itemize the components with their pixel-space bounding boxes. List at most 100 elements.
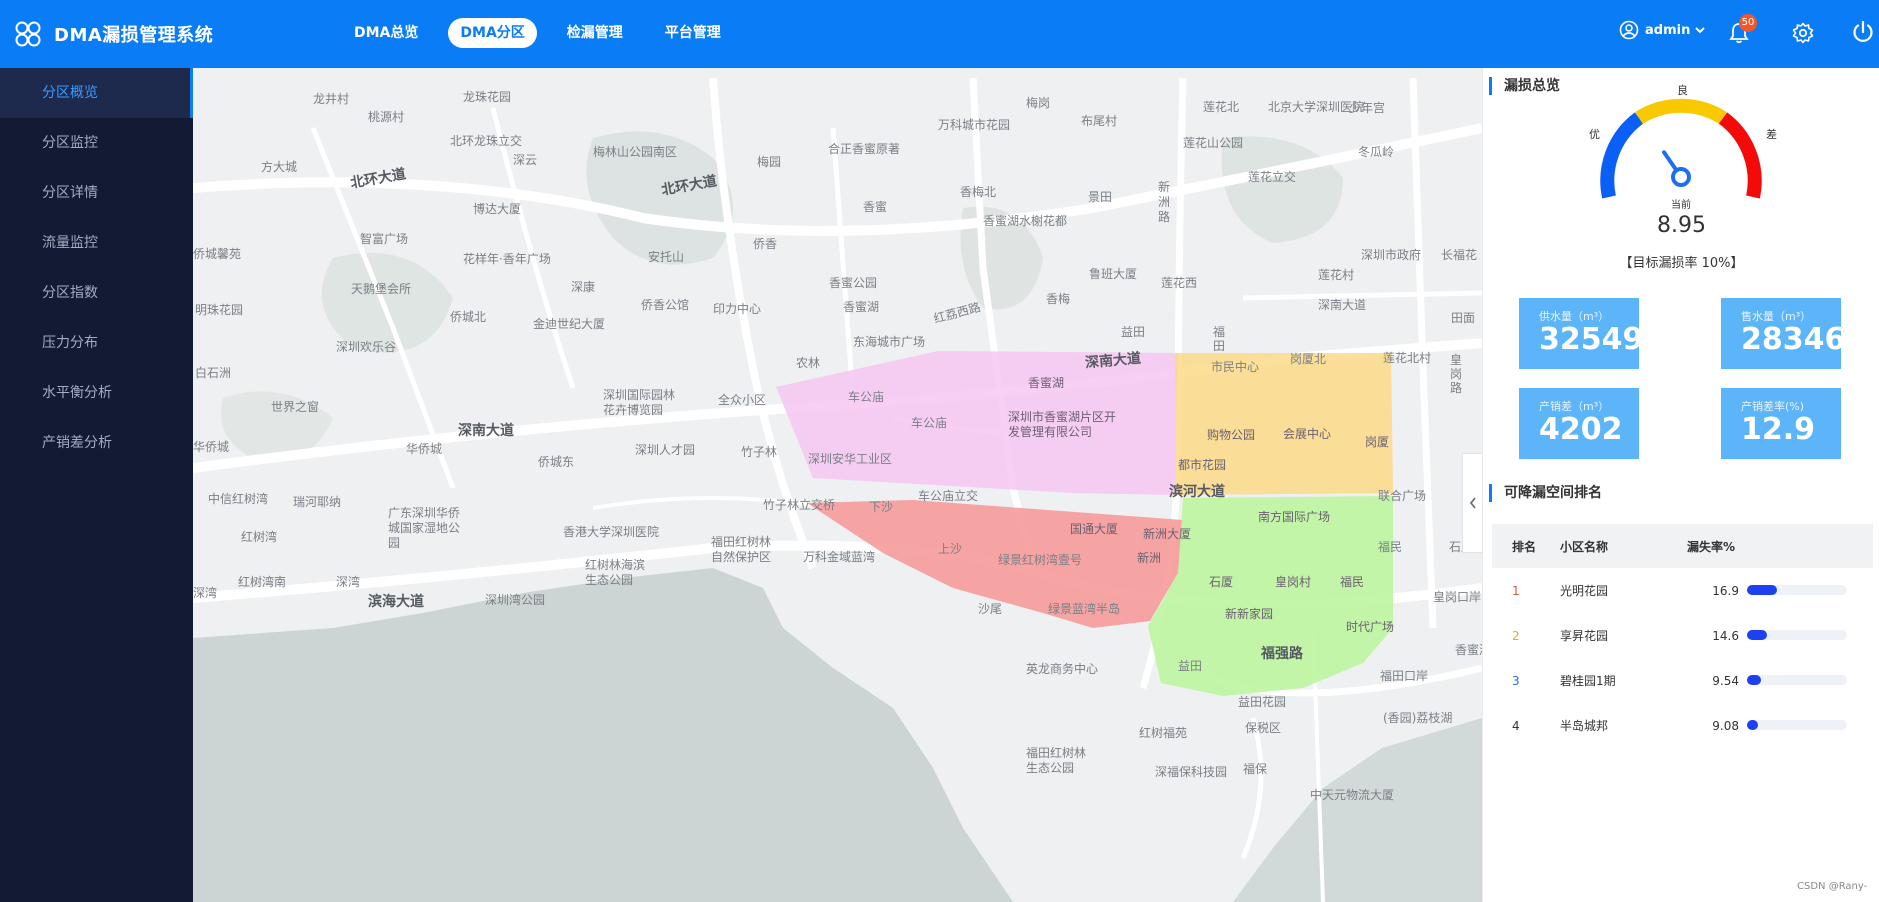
map-label: 滨河大道 [1169,484,1225,500]
row-name: 半岛城邦 [1560,719,1609,733]
watermark-credit: CSDN @Rany- [1797,881,1868,892]
table-row[interactable]: 3 碧桂园1期 9.54 [1492,658,1873,703]
card-nrw: 产销差（m³） 4202 [1519,388,1639,459]
card-nrw-rate: 产销差率(%) 12.9 [1721,388,1841,459]
gauge-hub [1671,167,1691,187]
table-row[interactable]: 4 半岛城邦 9.08 [1492,703,1873,748]
map-label: 中信红树湾 [208,492,269,506]
map-label: 红树林海滨生态公园 [585,558,646,587]
map-label: 世界之窗 [271,400,320,414]
map-label: 明珠花园 [195,303,244,317]
sidebar-item-nrw-analysis[interactable]: 产销差分析 [0,418,193,468]
map-label: 安托山 [648,250,685,264]
nav-dma-zone[interactable]: DMA分区 [448,18,537,48]
map-label: 福田口岸 [1380,669,1429,683]
map-label: 合正香蜜原著 [828,142,901,156]
map-label: 鲁班大厦 [1089,267,1138,281]
map-label: 长福花 [1441,248,1478,262]
row-name: 光明花园 [1560,584,1609,598]
row-name: 享昇花园 [1560,629,1609,643]
map-label: 新洲路 [1158,180,1171,224]
row-rate: 9.54 [1712,673,1739,688]
map-label: 桃源村 [368,110,405,124]
user-icon [1619,20,1639,40]
map-label: 景田 [1088,190,1113,204]
top-header: DMA漏损管理系统 DMA总览 DMA分区 检漏管理 平台管理 admin 50 [0,0,1879,68]
nav-dma-overview[interactable]: DMA总览 [342,18,430,48]
map-label: 上沙 [938,542,963,556]
map-label: 福民 [1378,540,1403,554]
map-label: 深圳湾公园 [485,593,546,607]
sidebar-item-flow-monitor[interactable]: 流量监控 [0,218,193,268]
map-label: 印力中心 [713,302,762,316]
map-label: 购物公园 [1207,428,1256,442]
card-value: 12.9 [1741,412,1816,447]
app-logo[interactable]: DMA漏损管理系统 [14,20,213,48]
main-nav: DMA总览 DMA分区 检漏管理 平台管理 [342,18,751,48]
map-label: 都市花园 [1178,458,1227,472]
map-label: 红树湾 [241,530,278,544]
map-label: 车公庙 [911,416,948,430]
map-label: 皇岗口岸 [1433,590,1482,604]
table-row[interactable]: 2 享昇花园 14.6 [1492,613,1873,658]
map-label: 莲花北村 [1383,351,1432,365]
row-bar [1747,584,1857,598]
map-label: 花样年·香年广场 [463,252,551,266]
sidebar-item-water-balance[interactable]: 水平衡分析 [0,368,193,418]
map-label: 万科金域蓝湾 [803,550,876,564]
notification-badge: 50 [1739,14,1757,32]
section-title-leak: 漏损总览 [1489,77,1560,95]
progress-fill [1747,719,1758,730]
map-label: 东海城市广场 [853,335,926,349]
map-label: 香梅北 [960,185,997,199]
map-label: 香蜜公园 [829,276,878,290]
sidebar-item-zone-index[interactable]: 分区指数 [0,268,193,318]
map-label: 竹子林立交桥 [763,498,836,512]
map-label: 香蜜 [863,200,888,214]
map-label: 滨海大道 [368,594,424,610]
sidebar-item-zone-overview[interactable]: 分区概览 [0,68,193,118]
map-label: 联合广场 [1378,489,1427,503]
panel-collapse-button[interactable] [1462,453,1482,553]
map-label: 博达大厦 [473,202,522,216]
map-label: 岗厦 [1365,435,1390,449]
user-menu[interactable]: admin [1619,20,1712,40]
map-label: 新洲大厦 [1143,527,1192,541]
progress-track [1747,674,1847,685]
map-label: 侨城馨苑 [193,247,242,261]
nav-platform[interactable]: 平台管理 [653,18,733,48]
table-header: 排名 小区名称 漏失率% [1492,524,1873,568]
map-label: 莲花北 [1203,100,1240,114]
gauge-label-bad: 差 [1766,128,1777,141]
map-view[interactable]: 龙井村 龙珠花园 桃源村 北环龙珠立交 深云 方大城 北环大道 博达大厦 智富广… [193,68,1482,902]
right-panel: 漏损总览 优 良 差 当前 8.95 【目标漏损率 10%】 供水量（m³） 3… [1482,68,1879,902]
map-label: 白石洲 [195,366,232,380]
map-label: 侨城北 [450,310,487,324]
notification-button[interactable]: 50 [1729,14,1757,48]
map-label: 中天元物流大厦 [1310,788,1395,802]
rank-table: 排名 小区名称 漏失率% 1 光明花园 16.9 2 享昇花园 14.6 3 碧桂园1期 9.5… [1492,524,1873,748]
map-label: 绿景红树湾壹号 [998,553,1083,567]
map-label: 皇岗村 [1275,575,1312,589]
logout-button[interactable] [1851,20,1875,48]
map-label: 侨香 [753,237,778,251]
sidebar-item-zone-detail[interactable]: 分区详情 [0,168,193,218]
map-label: 冬瓜岭 [1358,145,1395,159]
map-label: 新洲 [1137,551,1162,565]
settings-button[interactable] [1792,22,1814,48]
map-label: 石厦 [1209,575,1234,589]
map-label: 会展中心 [1283,427,1332,441]
table-row[interactable]: 1 光明花园 16.9 [1492,568,1873,613]
nav-leak-detection[interactable]: 检漏管理 [555,18,635,48]
map-label: 益田 [1178,659,1203,673]
map-label: 梅园 [757,155,782,169]
sidebar: 分区概览 分区监控 分区详情 流量监控 分区指数 压力分布 水平衡分析 产销差分… [0,68,193,902]
row-rank: 4 [1512,718,1520,733]
sidebar-item-zone-monitor[interactable]: 分区监控 [0,118,193,168]
map-label: 农林 [796,356,821,370]
sidebar-item-pressure[interactable]: 压力分布 [0,318,193,368]
map-label: 岗厦北 [1290,352,1327,366]
chevron-down-icon [1695,27,1706,34]
map-label: 莲花山公园 [1183,136,1244,150]
map-label: 深圳国际园林花卉博览园 [603,388,676,417]
